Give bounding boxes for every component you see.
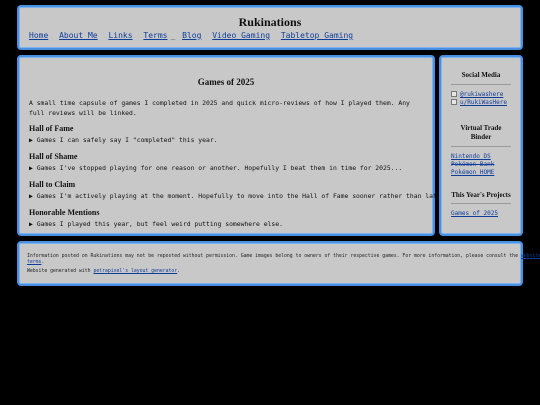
nav-tabletop-gaming-link[interactable]: Tabletop Gaming — [281, 31, 353, 40]
nav-links-link[interactable]: Links — [108, 31, 132, 40]
footer-panel: Information posted on Rukinations may no… — [17, 241, 540, 286]
hall-of-shame-heading: Hall of Shame — [29, 152, 78, 161]
nav-separator: _ — [170, 31, 176, 40]
social-media-heading: Social Media — [461, 71, 501, 79]
copyright-notice: Information posted on Rukinations may no… — [27, 254, 540, 259]
projects-heading: This Year's Projects — [451, 191, 511, 199]
main-nav: Home About Me Links Terms _ Blog Video Ga… — [29, 31, 359, 40]
site-title: Rukinations — [238, 15, 302, 29]
page-title: Games of 2025 — [197, 77, 255, 87]
hall-of-shame-toggle[interactable]: ▶ Games I've stopped playing for one rea… — [29, 164, 402, 172]
honorable-mentions-heading: Honorable Mentions — [29, 208, 100, 217]
nav-terms-link[interactable]: Terms — [143, 31, 167, 40]
broken-image-icon — [451, 99, 457, 105]
trade-binder-heading-line-1: Virtual Trade — [460, 124, 502, 132]
broken-image-icon — [451, 91, 457, 97]
hall-to-claim-toggle[interactable]: ▶ Games I'm actively playing at the mome… — [29, 192, 448, 200]
nav-blog-link[interactable]: Blog — [182, 31, 201, 40]
nav-about-me-link[interactable]: About Me — [59, 31, 98, 40]
sidebar-panel: Social Media @rukiwashere u/RukiWasHere … — [439, 55, 523, 236]
main-content-panel: Games of 2025 A small time capsule of ga… — [17, 55, 448, 236]
header-panel: Rukinations Home About Me Links Terms _ B… — [17, 5, 523, 50]
social-divider — [451, 84, 511, 85]
nav-home-link[interactable]: Home — [29, 31, 48, 40]
website-terms-link[interactable]: website — [521, 254, 540, 259]
layout-generator-link[interactable]: petrapixel's layout generator — [93, 269, 177, 274]
binder-link-nintendo-ds[interactable]: Nintendo DS — [451, 153, 491, 160]
hall-of-fame-toggle[interactable]: ▶ Games I can safely say I "completed" t… — [29, 136, 218, 144]
intro-text: A small time capsule of games I complete… — [29, 99, 410, 117]
hall-of-fame-heading: Hall of Fame — [29, 124, 74, 133]
binder-divider — [451, 146, 511, 147]
honorable-mentions-toggle[interactable]: ▶ Games I played this year, but feel wei… — [29, 220, 283, 228]
nav-video-gaming-link[interactable]: Video Gaming — [212, 31, 270, 40]
trade-binder-heading-line-2: Binder — [470, 133, 492, 141]
social-link-twitter[interactable]: @rukiwashere — [451, 91, 503, 98]
generator-credit: Website generated with petrapixel's layo… — [27, 269, 181, 274]
project-link-games-of-2025[interactable]: Games of 2025 — [451, 210, 498, 217]
projects-divider — [451, 203, 511, 204]
binder-link-pokemon-home[interactable]: Pokémon HOME — [451, 169, 494, 176]
binder-link-pokemon-bank[interactable]: Pokémon Bank — [451, 161, 494, 168]
website-terms-link-continued[interactable]: terms — [27, 260, 41, 265]
copyright-notice-continued: terms. — [27, 260, 45, 265]
hall-to-claim-heading: Hall to Claim — [29, 180, 76, 189]
social-link-reddit[interactable]: u/RukiWasHere — [451, 99, 507, 106]
